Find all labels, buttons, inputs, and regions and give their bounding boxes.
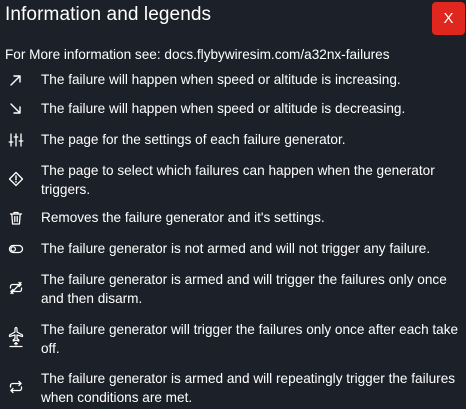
repeat-once-icon <box>8 280 24 296</box>
legend-item-text: The failure will happen when speed or al… <box>41 72 401 87</box>
information-legends-dialog: Information and legends X For More infor… <box>0 0 466 409</box>
arrow-up-right-icon <box>8 72 24 88</box>
legend-item-text: The failure generator is armed and will … <box>41 272 447 306</box>
legend-item-text: Removes the failure generator and it's s… <box>41 210 325 225</box>
trash-icon <box>8 210 24 226</box>
arrow-down-right-icon <box>8 101 24 117</box>
legend-item-text: The failure generator will trigger the f… <box>41 322 459 356</box>
close-button[interactable]: X <box>432 2 465 35</box>
toggle-off-icon <box>8 241 24 257</box>
repeat-icon <box>8 379 24 395</box>
legend-item-text: The page for the settings of each failur… <box>41 132 346 147</box>
legend-item-text: The failure generator is not armed and w… <box>41 241 431 256</box>
dialog-title: Information and legends <box>5 4 212 25</box>
legend-item-text: The page to select which failures can ha… <box>41 163 435 197</box>
legend-item-text: The failure generator is armed and will … <box>41 371 456 405</box>
info-line: For More information see: docs.flybywire… <box>5 47 390 62</box>
legend-item-text: The failure will happen when speed or al… <box>41 101 406 116</box>
diamond-alert-icon <box>8 171 24 187</box>
sliders-icon <box>8 132 24 148</box>
airplane-takeoff-icon <box>8 326 24 348</box>
